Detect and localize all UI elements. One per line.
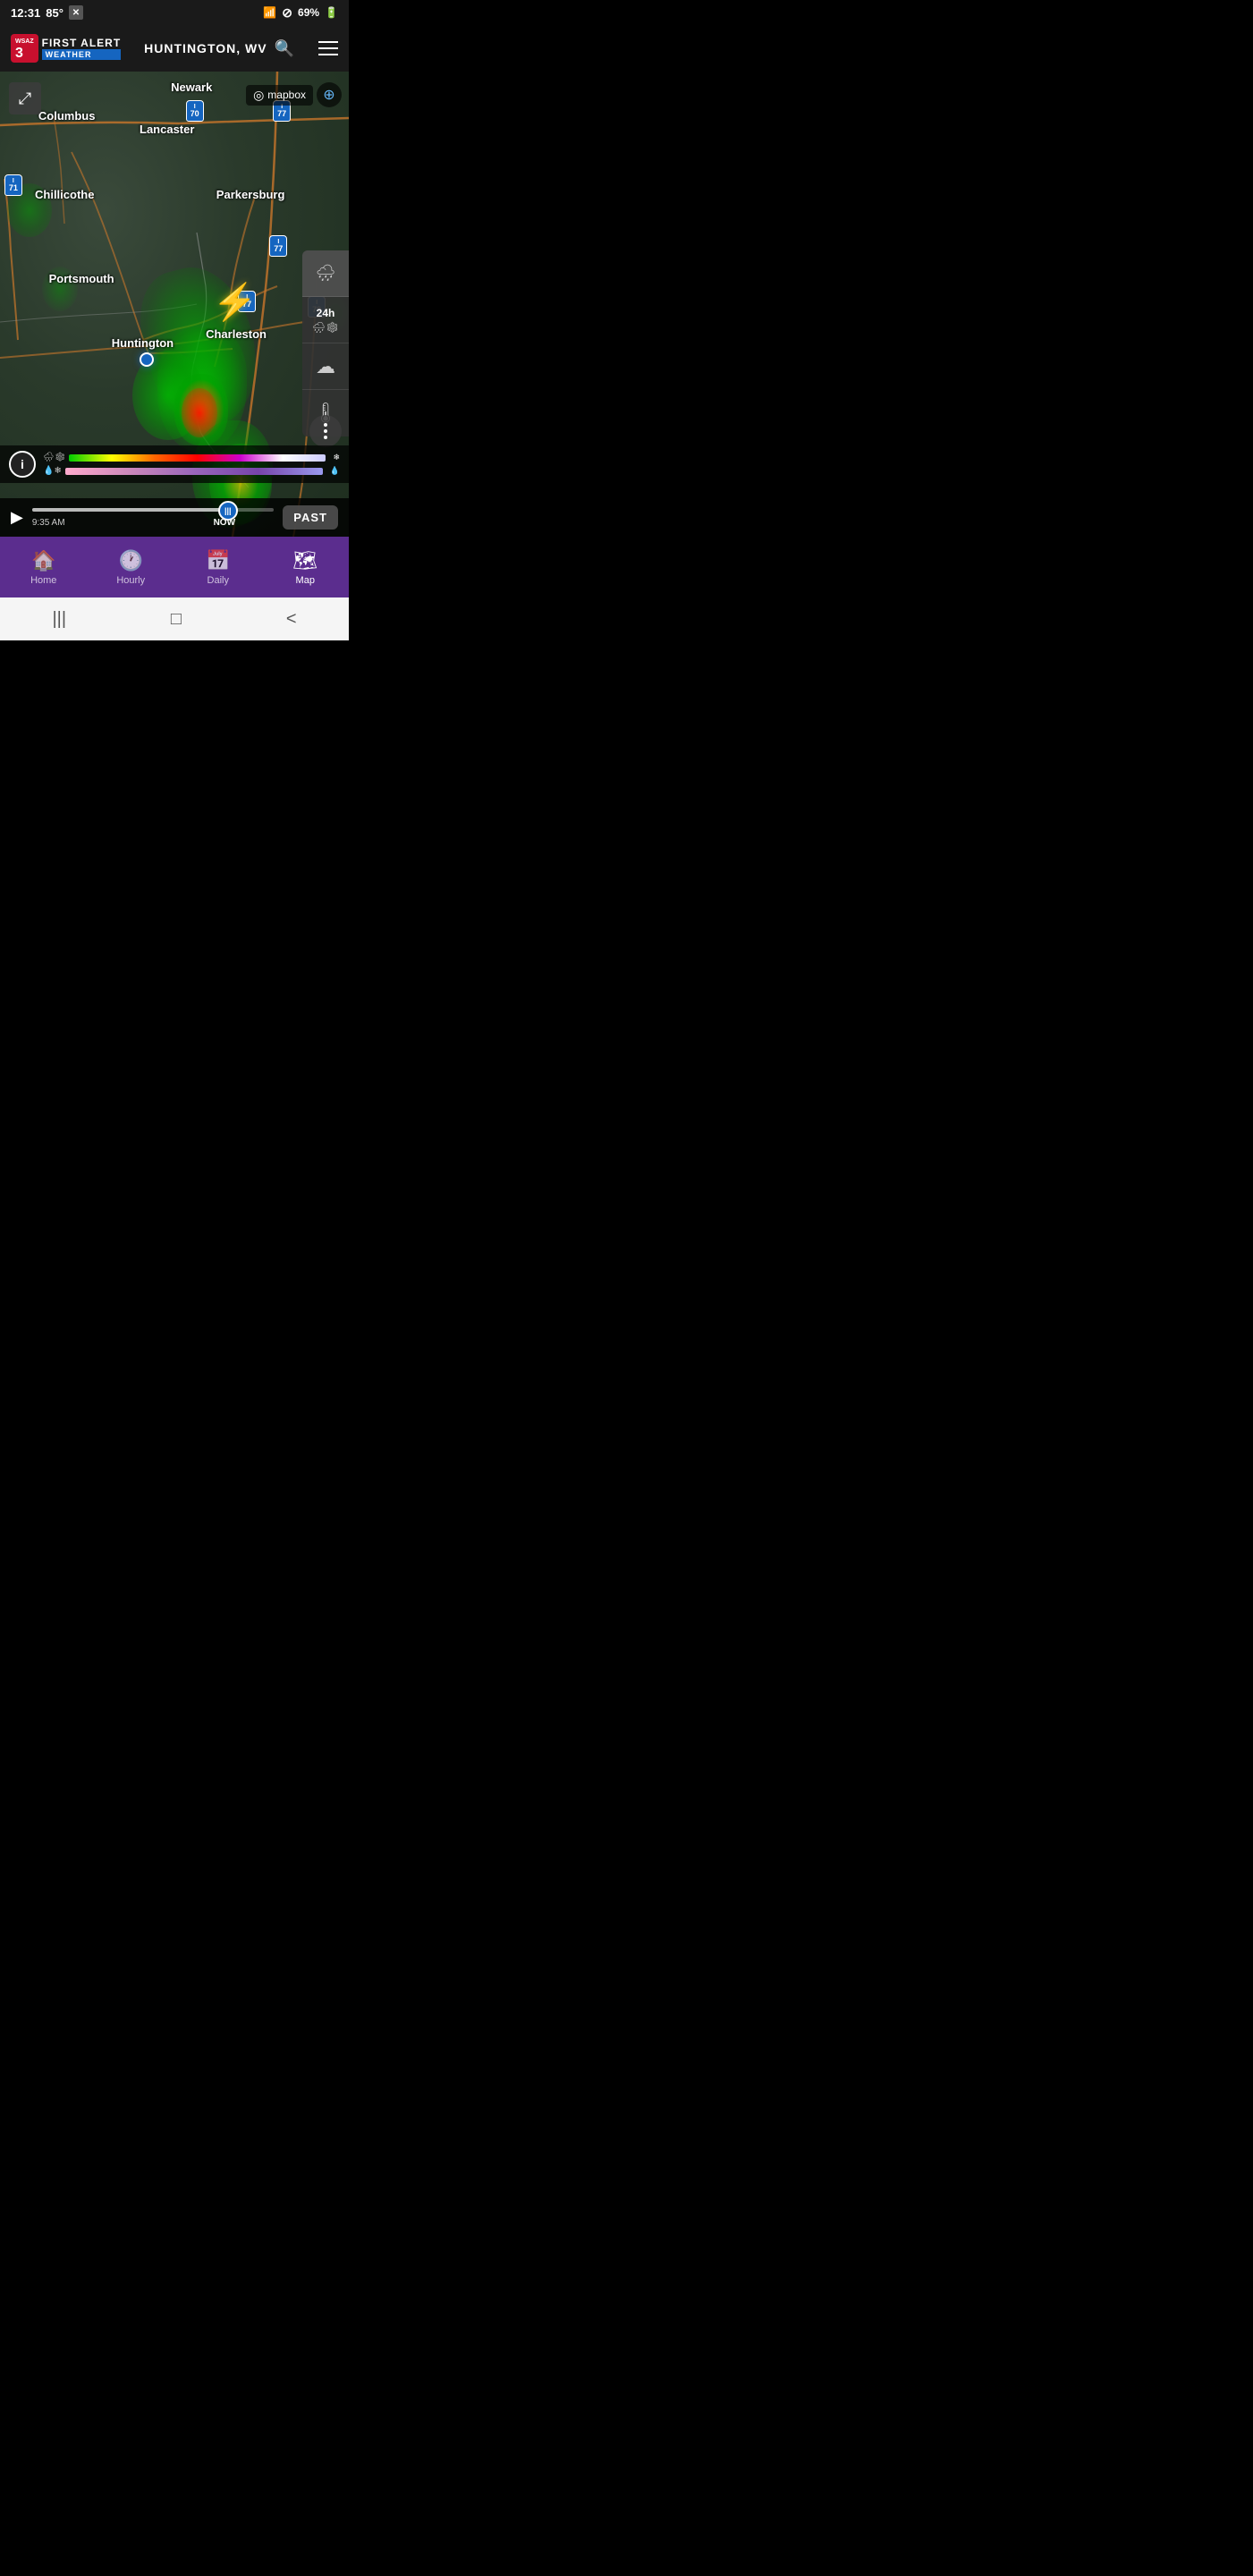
temperature: 85°	[46, 6, 63, 20]
past-button[interactable]: PAST	[283, 505, 338, 530]
24h-icon: 🌧❄	[312, 321, 339, 334]
cloud-layer-button[interactable]: ☁	[302, 343, 349, 390]
legend-bar: i 🌧❄ ❄ 💧❄ 💧	[0, 445, 349, 483]
close-icon: ✕	[69, 5, 83, 20]
menu-line-2	[318, 47, 338, 49]
first-alert-text: FIRST ALERT	[42, 37, 122, 49]
top-nav: WSAZ 3 FIRST ALERT WEATHER HUNTINGTON, W…	[0, 25, 349, 72]
system-back-button[interactable]: <	[272, 602, 311, 637]
mapbox-label: mapbox	[267, 89, 306, 101]
bottom-nav: 🏠 Home 🕐 Hourly 📅 Daily 🗺 Map	[0, 537, 349, 597]
location-display: HUNTINGTON, WV 🔍	[144, 39, 295, 58]
shield-i71: I71	[4, 174, 23, 197]
location-target-btn[interactable]: ⊕	[317, 82, 342, 107]
logo-text: FIRST ALERT WEATHER	[42, 37, 122, 60]
battery-level: 69%	[298, 6, 319, 19]
24h-layer-button[interactable]: 24h 🌧❄	[302, 297, 349, 343]
shield-i77-low: I77	[237, 290, 257, 313]
status-bar: 12:31 85° ✕ 📶 ⊘ 69% 🔋	[0, 0, 349, 25]
home-label: Home	[30, 575, 56, 586]
snow-legend-row: 💧❄ 💧	[43, 466, 340, 476]
play-button[interactable]: ▶	[11, 508, 23, 527]
status-left: 12:31 85° ✕	[11, 5, 83, 20]
city-name: HUNTINGTON, WV	[144, 41, 267, 55]
shield-i70: I70	[185, 99, 205, 123]
snow-gradient	[65, 468, 323, 475]
mapbox-compass: ◎	[253, 88, 264, 103]
shield-i77-mid: I77	[268, 234, 288, 258]
hourly-label: Hourly	[116, 575, 145, 586]
logo-container: WSAZ 3 FIRST ALERT WEATHER	[11, 34, 121, 62]
status-right: 📶 ⊘ 69% 🔋	[263, 5, 338, 21]
snow-marker: ❄	[333, 453, 340, 462]
weather-band-text: WEATHER	[42, 49, 122, 60]
rain-layer-button[interactable]: 🌧	[302, 250, 349, 297]
precip-marker: 💧	[330, 466, 340, 476]
now-label: NOW	[214, 518, 235, 528]
rain-gradient	[69, 454, 326, 462]
rain-legend-row: 🌧❄ ❄	[43, 453, 340, 462]
map-icon: 🗺	[292, 549, 317, 572]
rain-layer-icon: 🌧	[316, 264, 336, 283]
more-options-icon	[324, 423, 327, 439]
menu-line-3	[318, 54, 338, 55]
channel-number: 3	[15, 47, 34, 61]
wifi-icon: 📶	[263, 6, 276, 19]
more-options-button[interactable]	[309, 415, 342, 447]
cloud-icon: ☁	[316, 355, 335, 378]
expand-map-button[interactable]: ⤢	[9, 82, 41, 114]
snow-legend-icon: 💧❄	[43, 466, 62, 476]
wsaz-label: WSAZ	[15, 38, 34, 45]
mapbox-attribution: ◎ mapbox ⊕	[246, 82, 342, 107]
nav-item-home[interactable]: 🏠 Home	[0, 537, 88, 597]
city-columbus-label: Columbus	[38, 109, 96, 123]
system-nav: ||| □ <	[0, 597, 349, 640]
map-layers-panel: 🌧 24h 🌧❄ ☁ 🌡	[302, 250, 349, 436]
legend-scales: 🌧❄ ❄ 💧❄ 💧	[43, 453, 340, 476]
timeline-thumb-icon: |||	[224, 506, 232, 515]
map-label: Map	[296, 575, 315, 586]
timeline-labels: 9:35 AM	[32, 518, 274, 528]
timeline-fill	[32, 508, 238, 512]
24h-label: 24h	[317, 307, 335, 319]
nav-item-daily[interactable]: 📅 Daily	[174, 537, 262, 597]
menu-line-1	[318, 41, 338, 43]
rain-legend-icon: 🌧❄	[43, 453, 65, 462]
nav-item-hourly[interactable]: 🕐 Hourly	[88, 537, 175, 597]
time: 12:31	[11, 6, 40, 20]
map-container[interactable]: Newark Lancaster Chillicothe Parkersburg…	[0, 72, 349, 537]
system-home-button[interactable]: □	[157, 602, 196, 637]
daily-icon: 📅	[206, 549, 230, 572]
no-disturb-icon: ⊘	[282, 5, 292, 21]
hourly-icon: 🕐	[119, 549, 143, 572]
system-menu-button[interactable]: |||	[38, 602, 80, 637]
radar-controls: ▶ ||| 9:35 AM NOW PAST	[0, 498, 349, 537]
timeline-track: |||	[32, 508, 274, 512]
info-icon: i	[21, 457, 24, 471]
nav-item-map[interactable]: 🗺 Map	[262, 537, 350, 597]
info-button[interactable]: i	[9, 451, 36, 478]
battery-icon: 🔋	[325, 6, 338, 19]
start-time: 9:35 AM	[32, 518, 65, 528]
daily-label: Daily	[207, 575, 229, 586]
timeline[interactable]: ||| 9:35 AM NOW	[32, 508, 274, 528]
search-icon[interactable]: 🔍	[275, 39, 295, 58]
channel-badge: WSAZ 3	[11, 34, 38, 62]
home-icon: 🏠	[31, 549, 55, 572]
menu-button[interactable]	[318, 41, 338, 55]
